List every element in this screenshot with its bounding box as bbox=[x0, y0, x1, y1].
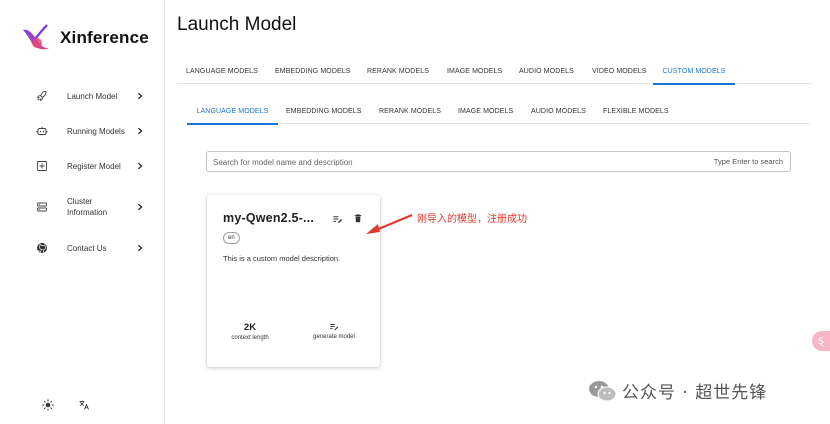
brand[interactable]: Xinference bbox=[20, 22, 149, 54]
sidebar-item-label: Register Model bbox=[67, 161, 121, 171]
tab-video-models[interactable]: VIDEO MODELS bbox=[592, 58, 647, 84]
sidebar-item-cluster-information[interactable]: Cluster Information bbox=[0, 192, 164, 222]
add-box-icon bbox=[35, 160, 48, 173]
sidebar-item-label: Running Models bbox=[67, 126, 125, 136]
chevron-right-icon bbox=[137, 127, 143, 135]
generate-model-stat[interactable]: generate model bbox=[299, 322, 369, 340]
chevron-right-icon bbox=[137, 203, 143, 211]
tab-label: CUSTOM MODELS bbox=[662, 67, 726, 75]
robot-icon bbox=[35, 125, 48, 138]
model-description: This is a custom model description. bbox=[223, 254, 341, 263]
tab-embedding-models[interactable]: EMBEDDING MODELS bbox=[275, 58, 351, 84]
subtab-flexible-models[interactable]: FLEXIBLE MODELS bbox=[603, 98, 669, 124]
model-search: Type Enter to search bbox=[206, 151, 791, 172]
model-type-tabs: LANGUAGE MODELS EMBEDDING MODELS RERANK … bbox=[177, 58, 812, 85]
tab-custom-models[interactable]: CUSTOM MODELS bbox=[653, 58, 735, 85]
sidebar-item-running-models[interactable]: Running Models bbox=[0, 116, 164, 146]
chevron-right-icon bbox=[137, 244, 143, 252]
search-hint: Type Enter to search bbox=[713, 157, 783, 166]
tab-audio-models[interactable]: AUDIO MODELS bbox=[519, 58, 574, 84]
tab-label: LANGUAGE MODELS bbox=[196, 107, 269, 115]
custom-model-subtabs: LANGUAGE MODELS EMBEDDING MODELS RERANK … bbox=[187, 98, 810, 125]
sidebar-item-launch-model[interactable]: Launch Model bbox=[0, 81, 164, 111]
subtab-language-models[interactable]: LANGUAGE MODELS bbox=[187, 98, 278, 125]
edit-list-icon[interactable] bbox=[331, 213, 343, 225]
context-length-label: context length bbox=[231, 335, 269, 341]
subtab-image-models[interactable]: IMAGE MODELS bbox=[458, 98, 513, 124]
watermark: 公众号 · 超世先锋 bbox=[588, 378, 767, 403]
context-length-stat: 2K context length bbox=[215, 322, 285, 341]
context-length-value: 2K bbox=[243, 322, 257, 333]
floating-pill[interactable]: Ȿ bbox=[812, 331, 830, 351]
annotation-text: 刚导入的模型，注册成功 bbox=[417, 214, 527, 225]
sidebar-item-label: Cluster Information bbox=[67, 197, 108, 217]
tab-rerank-models[interactable]: RERANK MODELS bbox=[367, 58, 429, 84]
xinference-logo-icon bbox=[23, 24, 49, 50]
subtab-embedding-models[interactable]: EMBEDDING MODELS bbox=[286, 98, 362, 124]
active-tab-indicator bbox=[187, 123, 278, 125]
chevron-right-icon bbox=[137, 162, 143, 170]
translate-icon[interactable] bbox=[77, 398, 91, 412]
github-icon bbox=[35, 242, 48, 255]
sun-icon[interactable] bbox=[41, 398, 55, 412]
tab-image-models[interactable]: IMAGE MODELS bbox=[447, 58, 502, 84]
subtab-audio-models[interactable]: AUDIO MODELS bbox=[531, 98, 586, 124]
edit-list-icon bbox=[299, 322, 369, 332]
brand-name: Xinference bbox=[60, 28, 149, 47]
sidebar: Xinference Launch Model Running Models R… bbox=[0, 0, 165, 424]
server-icon bbox=[35, 201, 48, 214]
active-tab-indicator bbox=[653, 83, 735, 85]
language-chip: en bbox=[223, 232, 240, 244]
search-input[interactable] bbox=[213, 155, 683, 169]
chevron-right-icon bbox=[137, 92, 143, 100]
sidebar-item-contact-us[interactable]: Contact Us bbox=[0, 233, 164, 263]
subtab-rerank-models[interactable]: RERANK MODELS bbox=[379, 98, 441, 124]
generate-model-label: generate model bbox=[313, 334, 355, 340]
sidebar-item-label: Contact Us bbox=[67, 243, 107, 253]
rocket-icon bbox=[35, 90, 48, 103]
model-card[interactable]: my-Qwen2.5-... en This is a custom model… bbox=[207, 195, 380, 367]
sidebar-item-label: Launch Model bbox=[67, 91, 118, 101]
tab-language-models[interactable]: LANGUAGE MODELS bbox=[186, 58, 258, 84]
sidebar-item-register-model[interactable]: Register Model bbox=[0, 151, 164, 181]
wechat-icon bbox=[589, 380, 617, 401]
watermark-text: 公众号 · 超世先锋 bbox=[622, 383, 768, 403]
page-title: Launch Model bbox=[177, 14, 297, 35]
model-card-title: my-Qwen2.5-... bbox=[223, 211, 315, 225]
annotation-arrow-icon bbox=[366, 213, 413, 234]
